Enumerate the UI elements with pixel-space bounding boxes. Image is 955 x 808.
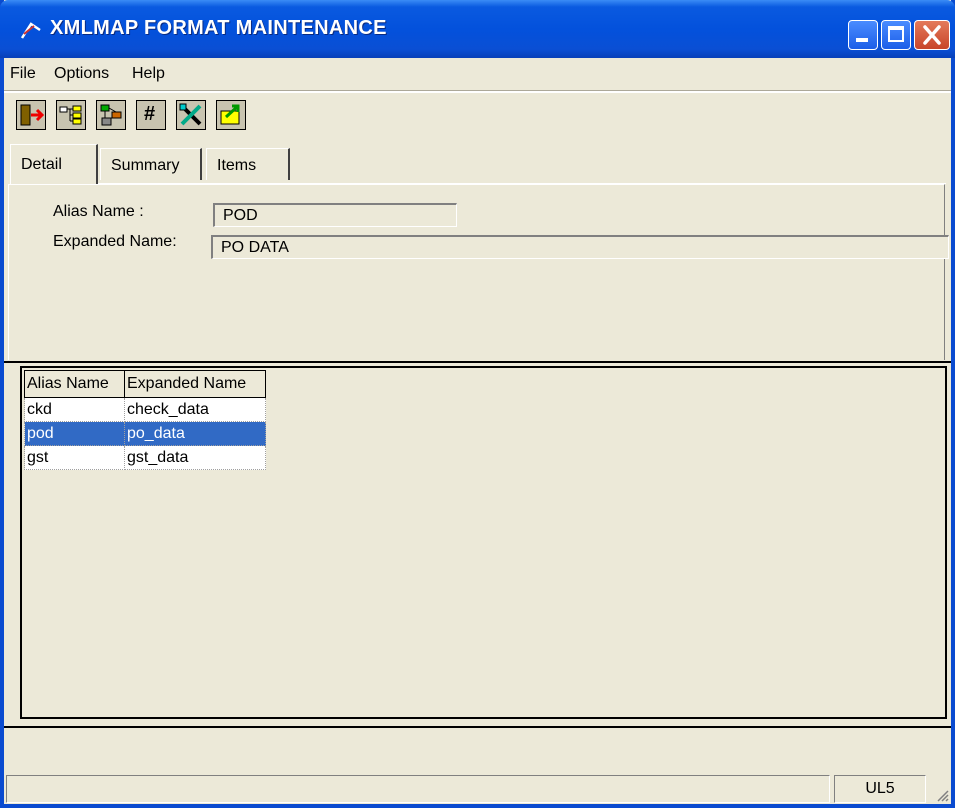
tab-detail-label: Detail xyxy=(21,156,62,173)
maximize-button[interactable] xyxy=(881,20,911,50)
status-bar: UL5 xyxy=(4,775,951,804)
structure-icon xyxy=(100,104,122,126)
column-header-alias[interactable]: Alias Name xyxy=(24,370,125,398)
cell-alias: ckd xyxy=(24,397,125,422)
toolbar-button-number[interactable]: # xyxy=(136,100,166,130)
cell-expanded: check_data xyxy=(124,397,266,422)
hash-icon: # xyxy=(144,103,156,125)
detail-panel: Alias Name : POD Expanded Name: PO DATA xyxy=(8,184,949,360)
close-icon xyxy=(923,25,941,45)
menu-help[interactable]: Help xyxy=(132,65,165,83)
alias-name-field[interactable]: POD xyxy=(213,203,457,227)
close-button[interactable] xyxy=(914,20,950,50)
toolbar-button-exit[interactable] xyxy=(16,100,46,130)
menu-file[interactable]: File xyxy=(10,65,36,83)
status-panel-right: UL5 xyxy=(834,775,926,803)
window-title: XMLMAP FORMAT MAINTENANCE xyxy=(50,17,387,39)
tab-summary-label: Summary xyxy=(111,157,180,174)
alias-list[interactable]: Alias Name Expanded Name ckd check_data … xyxy=(20,366,947,719)
expanded-name-field[interactable]: PO DATA xyxy=(211,235,949,259)
section-divider xyxy=(4,361,951,363)
tab-detail[interactable]: Detail xyxy=(10,144,98,184)
exit-icon xyxy=(20,104,45,126)
cell-alias: gst xyxy=(24,445,125,470)
export-icon xyxy=(220,104,240,125)
tab-items-label: Items xyxy=(217,157,257,174)
cell-alias: pod xyxy=(24,421,125,446)
menu-bar: File Options Help xyxy=(4,58,951,90)
table-header: Alias Name Expanded Name xyxy=(24,370,266,398)
table-row-selected[interactable]: pod po_data xyxy=(24,421,266,446)
maximize-icon xyxy=(888,26,904,42)
app-icon xyxy=(20,22,41,39)
expanded-name-label: Expanded Name: xyxy=(53,233,177,250)
minimize-button[interactable] xyxy=(848,20,878,50)
title-bar[interactable]: XMLMAP FORMAT MAINTENANCE xyxy=(0,0,955,58)
cell-expanded: po_data xyxy=(124,421,266,446)
cell-expanded: gst_data xyxy=(124,445,266,470)
tools-icon xyxy=(179,103,202,126)
column-header-expanded[interactable]: Expanded Name xyxy=(124,370,266,398)
toolbar-button-tree[interactable] xyxy=(56,100,86,130)
toolbar-button-tools[interactable] xyxy=(176,100,206,130)
tree-icon xyxy=(59,105,82,125)
toolbar-button-export[interactable] xyxy=(216,100,246,130)
section-divider xyxy=(4,726,951,728)
tab-summary[interactable]: Summary xyxy=(100,148,202,180)
alias-table: Alias Name Expanded Name ckd check_data … xyxy=(24,370,266,470)
table-row[interactable]: ckd check_data xyxy=(24,397,266,422)
menu-options[interactable]: Options xyxy=(54,65,109,83)
resize-grip-icon[interactable] xyxy=(935,788,949,802)
tab-items[interactable]: Items xyxy=(206,148,290,180)
minimize-icon xyxy=(856,38,868,42)
toolbar-button-structure[interactable] xyxy=(96,100,126,130)
status-panel-main xyxy=(6,775,830,803)
table-row[interactable]: gst gst_data xyxy=(24,445,266,470)
alias-name-label: Alias Name : xyxy=(53,203,144,220)
